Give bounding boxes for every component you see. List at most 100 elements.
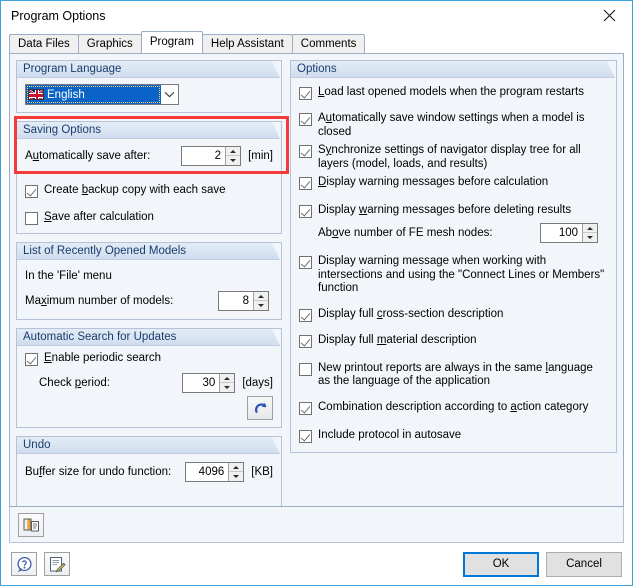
checkbox-warning-before-deleting-results-label: Display warning messages before deleting… (318, 204, 572, 216)
tab-graphics[interactable]: Graphics (77, 34, 142, 53)
checkbox-warning-before-calculation[interactable]: Display warning messages before calculat… (299, 176, 608, 190)
tab-data-files[interactable]: Data Files (9, 34, 79, 53)
language-combobox[interactable]: English (25, 84, 179, 105)
group-undo: Undo Buffer size for undo function: 4096 (16, 436, 282, 506)
max-models-spin-up[interactable] (254, 292, 268, 301)
check-period-label: Check period: (39, 377, 110, 389)
check-period-spin-up[interactable] (220, 374, 235, 383)
edit-notes-icon[interactable] (44, 552, 70, 576)
checkbox-full-cross-section-description-box[interactable] (299, 308, 312, 322)
check-period-row: Check period: 30 [days] (25, 373, 273, 393)
cancel-button[interactable]: Cancel (546, 551, 622, 577)
checkbox-create-backup-box[interactable] (25, 185, 38, 198)
tab-help-assistant[interactable]: Help Assistant (201, 34, 293, 53)
group-header-recent-models: List of Recently Opened Models (17, 243, 281, 262)
checkbox-warning-before-deleting-results-box[interactable] (299, 205, 312, 218)
check-period-spin-down[interactable] (220, 383, 234, 392)
group-automatic-updates: Automatic Search for Updates Enable peri… (16, 328, 282, 428)
fe-mesh-nodes-spin-down[interactable] (583, 233, 597, 242)
autosave-spin-up[interactable] (226, 147, 241, 156)
checkbox-create-backup[interactable]: Create backup copy with each save (25, 184, 273, 198)
checkbox-printout-report-language[interactable]: New printout reports are always in the s… (299, 362, 608, 389)
fe-mesh-nodes-stepper[interactable]: 100 (540, 223, 598, 243)
checkbox-warning-before-deleting-results[interactable]: Display warning messages before deleting… (299, 204, 608, 218)
group-program-language: Program Language English (16, 60, 282, 113)
help-question-icon[interactable] (11, 552, 37, 576)
checkbox-save-after-calculation-box[interactable] (25, 212, 38, 225)
title-bar: Program Options (1, 1, 632, 31)
undo-buffer-label: Buffer size for undo function: (25, 466, 172, 478)
check-period-value[interactable]: 30 (183, 374, 220, 392)
bottom-toolbar (9, 507, 624, 543)
page-title: Program Options (11, 9, 106, 23)
checkbox-full-material-description[interactable]: Display full material description (299, 334, 608, 348)
check-period-stepper[interactable]: 30 (182, 373, 236, 393)
undo-buffer-spin-up[interactable] (229, 463, 244, 472)
checkbox-enable-periodic-search[interactable]: Enable periodic search (25, 352, 273, 366)
close-icon[interactable] (586, 1, 632, 30)
right-column: Options Load last opened models when the… (282, 54, 623, 506)
checkbox-save-after-calculation[interactable]: Save after calculation (25, 211, 273, 225)
checkbox-auto-save-window-settings-label: Automatically save window settings when … (318, 112, 585, 138)
undo-buffer-value[interactable]: 4096 (186, 463, 229, 481)
group-header-saving-options: Saving Options (17, 122, 281, 141)
checkbox-combination-description-box[interactable] (299, 401, 312, 415)
checkbox-auto-save-window-settings[interactable]: Automatically save window settings when … (299, 112, 608, 139)
tab-strip: Data Files Graphics Program Help Assista… (1, 31, 632, 53)
checkbox-printout-report-language-box[interactable] (299, 362, 312, 376)
checkbox-full-material-description-label: Display full material description (318, 333, 477, 346)
ok-button[interactable]: OK (463, 551, 539, 577)
checkbox-warning-intersections-box[interactable] (299, 256, 312, 269)
autosave-minutes-value[interactable]: 2 (182, 147, 226, 165)
group-header-automatic-updates: Automatic Search for Updates (17, 329, 281, 348)
checkbox-load-last-models-box[interactable] (299, 87, 312, 100)
uk-flag-icon (28, 89, 44, 100)
display-properties-icon[interactable] (18, 512, 44, 537)
max-models-stepper[interactable]: 8 (218, 291, 269, 311)
tab-comments[interactable]: Comments (291, 34, 366, 53)
checkbox-load-last-models-label: Load last opened models when the program… (318, 86, 584, 98)
tab-program[interactable]: Program (140, 31, 203, 53)
chevron-down-icon[interactable] (161, 85, 178, 104)
autosave-row: Automatically save after: 2 [min] (25, 146, 273, 166)
checkbox-include-protocol-autosave-box[interactable] (299, 429, 312, 443)
fe-mesh-nodes-spin-up[interactable] (583, 224, 597, 233)
check-period-unit: [days] (242, 377, 273, 389)
group-recent-models: List of Recently Opened Models In the 'F… (16, 242, 282, 320)
checkbox-load-last-models[interactable]: Load last opened models when the program… (299, 86, 608, 100)
checkbox-synchronize-navigator[interactable]: Synchronize settings of navigator displa… (299, 144, 608, 171)
autosave-label: Automatically save after: (25, 150, 151, 162)
checkbox-combination-description[interactable]: Combination description according to act… (299, 401, 608, 415)
checkbox-synchronize-navigator-box[interactable] (299, 145, 312, 158)
max-models-label: Maximum number of models: (25, 295, 174, 307)
autosave-unit: [min] (248, 150, 273, 162)
checkbox-enable-periodic-search-label: Enable periodic search (44, 352, 161, 364)
checkbox-enable-periodic-search-box[interactable] (25, 353, 38, 366)
checkbox-synchronize-navigator-label: Synchronize settings of navigator displa… (318, 144, 581, 170)
group-options: Options Load last opened models when the… (290, 60, 617, 453)
undo-buffer-stepper[interactable]: 4096 (185, 462, 245, 482)
checkbox-include-protocol-autosave-label: Include protocol in autosave (318, 428, 462, 441)
language-selected-value[interactable]: English (26, 85, 161, 104)
checkbox-warning-before-calculation-box[interactable] (299, 177, 312, 190)
group-header-undo: Undo (17, 437, 281, 456)
program-options-dialog: Program Options Data Files Graphics Prog… (0, 0, 633, 586)
dialog-footer: OK Cancel (1, 543, 632, 585)
max-models-spin-down[interactable] (254, 301, 268, 310)
checkbox-auto-save-window-settings-box[interactable] (299, 113, 312, 126)
tab-content-program: Program Language English Saving Options … (9, 53, 624, 507)
checkbox-save-after-calculation-label: Save after calculation (44, 211, 154, 223)
file-menu-note-row: In the 'File' menu (25, 266, 273, 286)
fe-mesh-nodes-value[interactable]: 100 (541, 224, 582, 242)
refresh-arrow-icon[interactable] (247, 396, 273, 420)
checkbox-full-material-description-box[interactable] (299, 334, 312, 348)
max-models-value[interactable]: 8 (219, 292, 253, 310)
checkbox-warning-intersections[interactable]: Display warning message when working wit… (299, 255, 608, 296)
file-menu-note: In the 'File' menu (25, 270, 112, 282)
checkbox-include-protocol-autosave[interactable]: Include protocol in autosave (299, 429, 608, 443)
undo-buffer-spin-down[interactable] (229, 472, 243, 481)
group-header-options: Options (291, 61, 616, 80)
autosave-spin-down[interactable] (226, 156, 240, 165)
checkbox-full-cross-section-description[interactable]: Display full cross-section description (299, 308, 608, 322)
autosave-minutes-stepper[interactable]: 2 (181, 146, 242, 166)
